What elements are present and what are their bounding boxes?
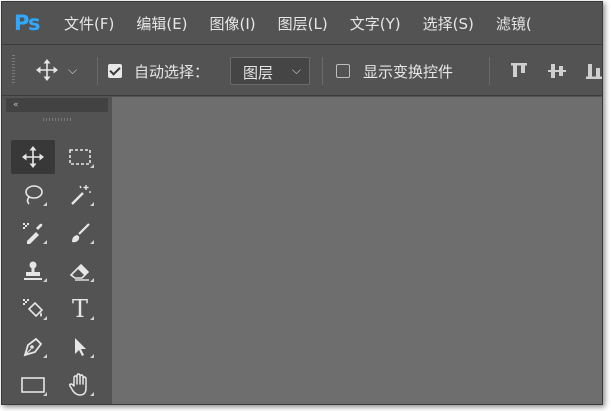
menu-type[interactable]: 文字(Y) (350, 13, 401, 34)
paint-bucket-icon (23, 299, 44, 318)
lasso-icon (25, 185, 43, 205)
pen-tool[interactable] (11, 330, 55, 364)
menu-image[interactable]: 图像(I) (210, 13, 256, 34)
menu-select[interactable]: 选择(S) (423, 13, 474, 34)
tool-group-indicator (90, 392, 94, 396)
align-top-edges-icon[interactable] (509, 62, 529, 80)
stamp-icon (24, 261, 42, 280)
show-transform-label: 显示变换控件 (363, 63, 454, 81)
menu-edit[interactable]: 编辑(E) (136, 13, 187, 34)
tool-group-indicator (90, 354, 94, 358)
hand-tool[interactable] (58, 368, 102, 402)
tool-group-indicator (43, 316, 47, 320)
type-tool[interactable]: T (58, 292, 102, 326)
paint-bucket-tool[interactable] (11, 292, 55, 326)
eraser-tool[interactable] (58, 254, 102, 288)
tool-group-indicator (90, 164, 94, 168)
options-bar: ⌵ 自动选择： 图层 ⌵ 显示变换控件 (2, 44, 602, 96)
magic-wand-icon (71, 185, 91, 205)
eraser-icon (69, 263, 90, 281)
tool-preset-picker[interactable]: ⌵ (36, 59, 77, 81)
show-transform-checkbox[interactable] (336, 64, 350, 78)
document-canvas-area[interactable] (112, 97, 602, 404)
tool-group-indicator (90, 202, 94, 206)
tool-group-indicator (90, 240, 94, 244)
tool-group-indicator (43, 354, 47, 358)
pen-icon (23, 337, 43, 357)
eyedropper-icon (23, 223, 43, 244)
path-selection-tool[interactable] (58, 330, 102, 364)
collapse-icon[interactable]: « (13, 98, 19, 112)
photoshop-window: Ps 文件(F) 编辑(E) 图像(I) 图层(L) 文字(Y) 选择(S) 滤… (1, 1, 603, 405)
tool-group-indicator (43, 278, 47, 282)
tools-panel: « T (6, 98, 108, 404)
options-divider (322, 57, 323, 85)
auto-select-target-select[interactable]: 图层 ⌵ (230, 57, 310, 85)
options-bar-grip[interactable] (12, 55, 15, 85)
rectangle-tool[interactable] (11, 368, 55, 402)
magic-wand-tool[interactable] (58, 178, 102, 212)
options-divider (97, 57, 98, 85)
auto-select-label: 自动选择： (134, 63, 210, 81)
brush-icon (72, 223, 90, 243)
menu-layer[interactable]: 图层(L) (278, 13, 328, 34)
chevron-down-icon: ⌵ (68, 62, 78, 77)
options-divider (489, 57, 490, 85)
brush-tool[interactable] (58, 216, 102, 250)
menu-file[interactable]: 文件(F) (64, 13, 114, 34)
type-icon: T (71, 295, 88, 323)
auto-select-checkbox[interactable] (108, 64, 122, 78)
rectangular-marquee-tool[interactable] (58, 140, 102, 174)
tool-group-indicator (90, 316, 94, 320)
tool-group-indicator (43, 240, 47, 244)
auto-select-target-value: 图层 (243, 64, 274, 82)
align-vertical-centers-icon[interactable] (547, 62, 567, 80)
tool-group-indicator (90, 278, 94, 282)
tools-panel-header[interactable]: « (6, 98, 108, 112)
menu-bar: Ps 文件(F) 编辑(E) 图像(I) 图层(L) 文字(Y) 选择(S) 滤… (2, 2, 602, 44)
clone-stamp-tool[interactable] (11, 254, 55, 288)
app-logo: Ps (14, 11, 41, 35)
lasso-tool[interactable] (11, 178, 55, 212)
marquee-icon (69, 149, 91, 165)
move-icon (36, 59, 58, 81)
align-bottom-edges-icon[interactable] (584, 62, 603, 80)
arrow-icon (75, 338, 86, 356)
move-tool[interactable] (11, 140, 55, 174)
move-icon (22, 146, 44, 168)
tool-group-indicator (43, 392, 47, 396)
tools-panel-grip[interactable] (43, 118, 71, 121)
tool-group-indicator (43, 202, 47, 206)
chevron-down-icon: ⌵ (291, 63, 301, 77)
eyedropper-tool[interactable] (11, 216, 55, 250)
menu-filter[interactable]: 滤镜( (496, 13, 532, 34)
